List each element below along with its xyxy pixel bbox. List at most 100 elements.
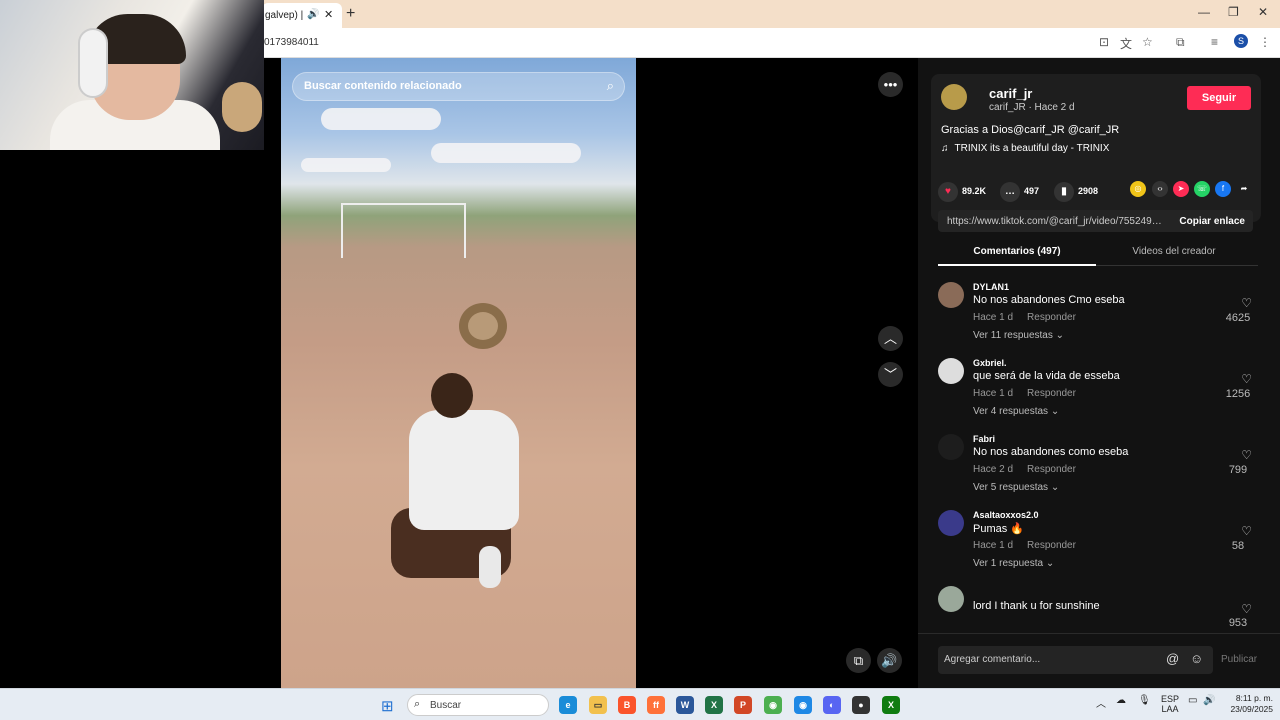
heart-icon[interactable]: ♡ — [1241, 372, 1252, 386]
video-player[interactable] — [281, 58, 636, 688]
publish-button[interactable]: Publicar — [1221, 654, 1257, 665]
share-icon[interactable]: ➦ — [1236, 181, 1252, 197]
heart-icon[interactable]: ♡ — [1241, 296, 1252, 310]
coin-icon[interactable]: ◎ — [1130, 181, 1146, 197]
video-link-box[interactable]: https://www.tiktok.com/@carif_jr/video/7… — [938, 210, 1253, 232]
tray-chevron-icon[interactable]: ︿ — [1096, 695, 1106, 710]
related-search-input[interactable]: Buscar contenido relacionado ⌕ — [292, 72, 625, 101]
save-stat[interactable]: ▮ 2908 — [1054, 182, 1098, 202]
file-explorer-icon[interactable]: ▭ — [589, 696, 607, 714]
xbox-icon[interactable]: X — [882, 696, 900, 714]
whatsapp-icon[interactable]: ☏ — [1194, 181, 1210, 197]
video-link-url[interactable]: https://www.tiktok.com/@carif_jr/video/7… — [947, 216, 1165, 227]
commenter-avatar[interactable] — [938, 586, 964, 612]
word-icon[interactable]: W — [676, 696, 694, 714]
comment-stat[interactable]: … 497 — [1000, 182, 1039, 202]
send-icon[interactable]: ➤ — [1173, 181, 1189, 197]
comment-meta: Hace 1 d Responder — [973, 312, 1076, 323]
onedrive-icon[interactable]: ☁ — [1116, 695, 1126, 706]
view-replies-button[interactable]: Ver 11 respuestas ⌄ — [973, 330, 1064, 341]
tab-creator-videos[interactable]: Videos del creador — [1114, 246, 1234, 257]
restore-icon[interactable]: ❐ — [1228, 5, 1239, 19]
author-name[interactable]: carif_jr — [989, 86, 1032, 101]
comment-like-count: 4625 — [1225, 312, 1251, 324]
star-icon[interactable]: ☆ — [1142, 35, 1153, 49]
brave-icon[interactable]: B — [618, 696, 636, 714]
heart-icon[interactable]: ♡ — [1241, 448, 1252, 462]
taskbar-clock[interactable]: 8:11 p. m. 23/09/2025 — [1225, 693, 1273, 715]
close-icon[interactable]: ✕ — [324, 8, 333, 21]
minimize-icon[interactable]: — — [1198, 5, 1210, 19]
media-control-icon[interactable]: ≡ — [1211, 35, 1218, 49]
follow-button[interactable]: Seguir — [1187, 86, 1251, 110]
volume-button[interactable]: 🔊 — [877, 648, 902, 673]
clock-date: 23/09/2025 — [1230, 704, 1273, 714]
discord-icon[interactable]: ◐ — [823, 696, 841, 714]
search-icon[interactable]: ⌕ — [607, 78, 614, 94]
comment-username[interactable]: Asaltaoxxos2.0 — [973, 510, 1039, 520]
music-title: TRINIX its a beautiful day - TRINIX — [954, 143, 1110, 154]
url-text[interactable]: 0173984011 — [264, 37, 319, 48]
author-avatar[interactable] — [941, 84, 967, 110]
copy-link-button[interactable]: Copiar enlace — [1179, 216, 1245, 227]
commenter-avatar[interactable] — [938, 510, 964, 536]
language-indicator[interactable]: ESP LAA — [1161, 694, 1179, 714]
excel-icon[interactable]: X — [705, 696, 723, 714]
commenter-avatar[interactable] — [938, 358, 964, 384]
windows-start-icon[interactable]: ⊞ — [381, 697, 394, 715]
commenter-avatar[interactable] — [938, 282, 964, 308]
reply-button[interactable]: Responder — [1027, 388, 1076, 399]
new-tab-button[interactable]: + — [346, 5, 355, 23]
comment-username[interactable]: Fabri — [973, 434, 995, 444]
music-info[interactable]: ♫ TRINIX its a beautiful day - TRINIX — [941, 143, 1109, 154]
view-replies-button[interactable]: Ver 5 respuestas ⌄ — [973, 482, 1059, 493]
tab-comments[interactable]: Comentarios (497) — [938, 246, 1096, 266]
browser-tab[interactable]: galvep) | Ti 🔊 ✕ — [262, 3, 342, 28]
lang-top: ESP — [1161, 694, 1180, 704]
reply-button[interactable]: Responder — [1027, 312, 1076, 323]
install-icon[interactable]: ⊡ — [1099, 35, 1109, 49]
window-close-icon[interactable]: ✕ — [1258, 5, 1268, 19]
facebook-icon[interactable]: f — [1215, 181, 1231, 197]
more-options-button[interactable]: ••• — [878, 72, 903, 97]
chrome-icon[interactable]: ◉ — [764, 696, 782, 714]
person-shoe — [479, 546, 501, 588]
heart-icon[interactable]: ♥ — [938, 182, 958, 202]
chrome-profile-icon[interactable]: ◉ — [794, 696, 812, 714]
heart-icon[interactable]: ♡ — [1241, 602, 1252, 616]
search-icon: ⌕ — [414, 698, 421, 710]
commenter-avatar[interactable] — [938, 434, 964, 460]
reply-button[interactable]: Responder — [1027, 464, 1076, 475]
speaker-icon[interactable]: 🔊 — [307, 9, 319, 20]
comment-item: lord I thank u for sunshine ♡ 953 — [938, 586, 1258, 633]
comment-username[interactable]: Gxbriel. — [973, 358, 1007, 368]
next-video-button[interactable]: ﹀ — [878, 362, 903, 387]
floating-player-button[interactable]: ⧉ — [846, 648, 871, 673]
comment-icon[interactable]: … — [1000, 182, 1020, 202]
network-icon[interactable]: ▭ — [1188, 695, 1197, 706]
menu-icon[interactable]: ⋮ — [1259, 35, 1271, 49]
heart-icon[interactable]: ♡ — [1241, 524, 1252, 538]
extensions-icon[interactable]: ⧉ — [1176, 35, 1185, 50]
comment-input[interactable]: Agregar comentario... @ ☺ — [938, 646, 1213, 674]
reply-button[interactable]: Responder — [1027, 540, 1076, 551]
emoji-icon[interactable]: ☺ — [1190, 651, 1203, 666]
translate-icon[interactable]: 文 — [1120, 35, 1132, 52]
clock-time: 8:11 p. m. — [1235, 693, 1273, 703]
volume-icon[interactable]: 🔊 — [1203, 695, 1215, 706]
comment-username[interactable]: DYLAN1 — [973, 282, 1009, 292]
edge-icon[interactable]: e — [559, 696, 577, 714]
profile-avatar[interactable]: S — [1234, 34, 1248, 48]
taskbar-search[interactable]: ⌕ Buscar — [407, 694, 549, 716]
mention-icon[interactable]: @ — [1166, 651, 1179, 666]
obs-icon[interactable]: ● — [852, 696, 870, 714]
embed-icon[interactable]: ‹› — [1152, 181, 1168, 197]
like-stat[interactable]: ♥ 89.2K — [938, 182, 986, 202]
view-replies-button[interactable]: Ver 4 respuestas ⌄ — [973, 406, 1059, 417]
firefox-icon[interactable]: ff — [647, 696, 665, 714]
view-replies-button[interactable]: Ver 1 respuesta ⌄ — [973, 558, 1054, 569]
microphone-icon[interactable]: 🎙 — [1138, 695, 1151, 706]
previous-video-button[interactable]: ︿ — [878, 326, 903, 351]
bookmark-icon[interactable]: ▮ — [1054, 182, 1074, 202]
powerpoint-icon[interactable]: P — [734, 696, 752, 714]
